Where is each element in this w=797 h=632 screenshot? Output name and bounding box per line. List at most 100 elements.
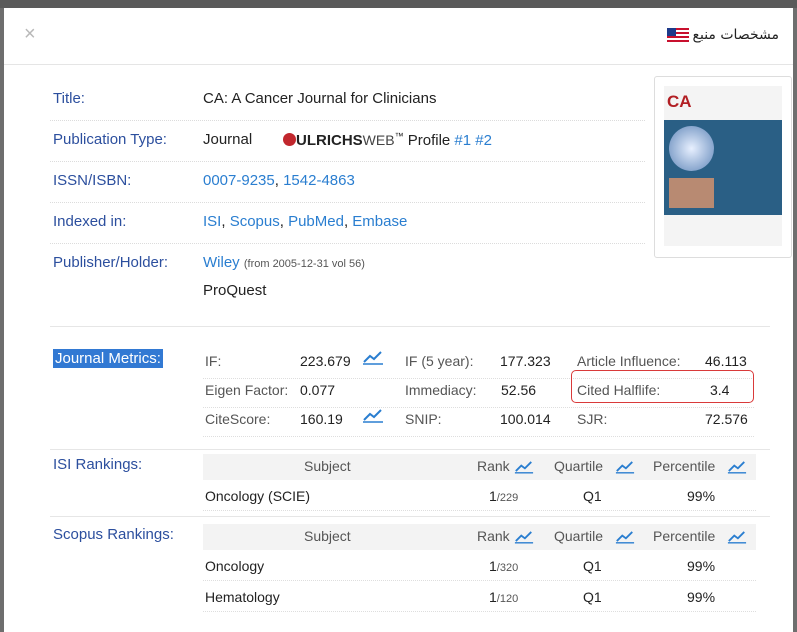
- indexed-pubmed-link[interactable]: PubMed: [288, 213, 344, 230]
- ulrichs-web: WEB: [362, 132, 395, 148]
- trend-chart-icon[interactable]: [727, 459, 747, 474]
- dialog-title: مشخصات منبع: [666, 27, 779, 43]
- source-details-dialog: × مشخصات منبع Title: CA: A Cancer Journa…: [4, 8, 793, 632]
- journal-title: CA: A Cancer Journal for Clinicians: [203, 90, 437, 107]
- cover-image: CA: [664, 86, 782, 246]
- indexed-row: Indexed in: ISI, Scopus, PubMed, Embase: [50, 203, 645, 244]
- ulrichs-tm: ™: [394, 131, 404, 141]
- subject-cell: Hematology: [205, 589, 280, 605]
- citescore-label: CiteScore:: [205, 411, 271, 427]
- sjr-value: 72.576: [705, 411, 748, 427]
- indexed-embase-link[interactable]: Embase: [352, 213, 407, 230]
- snip-label: SNIP:: [405, 411, 442, 427]
- isi-rankings-table: Subject Rank Quartile Percentile Oncolog…: [203, 454, 756, 511]
- sjr-label: SJR:: [577, 411, 608, 427]
- rank-total: /229: [496, 492, 519, 504]
- article-influence-label: Article Influence:: [577, 353, 681, 369]
- table-row: Hematology 1/120 Q1 99%: [203, 581, 756, 612]
- ulrichs-logo-icon: [283, 133, 296, 146]
- eigen-factor-label: Eigen Factor:: [205, 382, 289, 398]
- journal-metrics-label: Journal Metrics:: [53, 349, 163, 368]
- title-row: Title: CA: A Cancer Journal for Clinicia…: [50, 80, 645, 121]
- rank-header: Rank: [477, 458, 510, 474]
- cover-image-tissue: [669, 178, 714, 208]
- close-icon[interactable]: ×: [24, 24, 36, 44]
- immediacy-value: 52.56: [501, 382, 537, 398]
- publisher-note: (from 2005-12-31 vol 56): [243, 258, 365, 270]
- metrics-row-divider: [203, 407, 754, 408]
- ulrichs-profile-text: Profile: [403, 132, 451, 149]
- ulrichs-profile: ULRICHSWEB™ Profile #1 #2: [283, 131, 492, 149]
- trend-chart-icon[interactable]: [362, 407, 384, 423]
- trend-chart-icon[interactable]: [727, 529, 747, 544]
- divider: [50, 449, 770, 450]
- quartile-cell: Q1: [583, 558, 602, 574]
- window-top-bar: [0, 0, 797, 8]
- table-header: Subject Rank Quartile Percentile: [203, 454, 756, 480]
- if5-label: IF (5 year):: [405, 353, 474, 369]
- rank-number: 1: [489, 589, 497, 605]
- metrics-row-divider: [203, 436, 754, 437]
- rank-cell: 1/120: [489, 589, 518, 605]
- rank-header: Rank: [477, 528, 510, 544]
- us-flag-icon: [666, 28, 689, 42]
- ulrichs-link-1[interactable]: #1: [454, 132, 471, 149]
- subject-cell: Oncology (SCIE): [205, 488, 311, 504]
- rank-total: /120: [496, 593, 519, 605]
- table-header: Subject Rank Quartile Percentile: [203, 524, 756, 550]
- issn-values: 0007-9235, 1542-4863: [203, 172, 355, 189]
- publisher-wiley-link[interactable]: Wiley: [203, 254, 240, 271]
- cover-image-head: [669, 126, 714, 171]
- trend-chart-icon[interactable]: [615, 529, 635, 544]
- percentile-cell: 99%: [687, 558, 716, 574]
- publication-type-row: Publication Type: Journal ULRICHSWEB™ Pr…: [50, 121, 645, 162]
- issn-link-2[interactable]: 1542-4863: [283, 172, 355, 189]
- publication-type-value: Journal: [203, 131, 253, 148]
- trend-chart-icon[interactable]: [514, 529, 534, 544]
- immediacy-label: Immediacy:: [405, 382, 477, 398]
- table-row: Oncology 1/320 Q1 99%: [203, 550, 756, 581]
- percentile-header: Percentile: [653, 458, 716, 474]
- table-row: Oncology (SCIE) 1/229 Q1 99%: [203, 480, 756, 511]
- trend-chart-icon[interactable]: [514, 459, 534, 474]
- snip-value: 100.014: [500, 411, 551, 427]
- isi-rankings-label: ISI Rankings:: [53, 456, 143, 473]
- ulrichs-link-2[interactable]: #2: [475, 132, 492, 149]
- citescore-value: 160.19: [300, 411, 343, 427]
- rank-number: 1: [489, 488, 497, 504]
- percentile-cell: 99%: [687, 488, 716, 504]
- title-label: Title:: [53, 90, 85, 107]
- subject-header: Subject: [304, 528, 351, 544]
- journal-cover[interactable]: CA: [654, 76, 792, 258]
- publisher-row: Publisher/Holder: Wiley (from 2005-12-31…: [50, 244, 645, 310]
- trend-chart-icon[interactable]: [362, 349, 384, 365]
- publication-type-label: Publication Type:: [53, 131, 167, 148]
- ulrichs-brand: ULRICHS: [296, 132, 363, 149]
- divider: [50, 516, 770, 517]
- cited-halflife-highlight-box: [571, 370, 754, 403]
- rank-total: /320: [496, 562, 519, 574]
- eigen-factor-value: 0.077: [300, 382, 336, 398]
- indexed-isi-link[interactable]: ISI: [203, 213, 221, 230]
- cover-title: CA: [667, 92, 692, 111]
- rank-cell: 1/229: [489, 488, 518, 504]
- indexed-label: Indexed in:: [53, 213, 127, 230]
- issn-separator: ,: [274, 172, 279, 189]
- quartile-cell: Q1: [583, 488, 602, 504]
- issn-link-1[interactable]: 0007-9235: [203, 172, 275, 189]
- publisher-values: Wiley (from 2005-12-31 vol 56): [203, 254, 365, 271]
- subject-cell: Oncology: [205, 558, 265, 574]
- trend-chart-icon[interactable]: [615, 459, 635, 474]
- indexed-scopus-link[interactable]: Scopus: [230, 213, 280, 230]
- rank-number: 1: [489, 558, 497, 574]
- scopus-rankings-table: Subject Rank Quartile Percentile Oncolog…: [203, 524, 756, 612]
- divider: [50, 326, 770, 327]
- dialog-header: × مشخصات منبع: [4, 8, 793, 65]
- quartile-cell: Q1: [583, 589, 602, 605]
- percentile-header: Percentile: [653, 528, 716, 544]
- dialog-title-text: مشخصات منبع: [692, 27, 779, 43]
- publisher-proquest-link[interactable]: ProQuest: [203, 282, 266, 299]
- if5-value: 177.323: [500, 353, 551, 369]
- quartile-header: Quartile: [554, 458, 604, 474]
- issn-label: ISSN/ISBN:: [53, 172, 132, 189]
